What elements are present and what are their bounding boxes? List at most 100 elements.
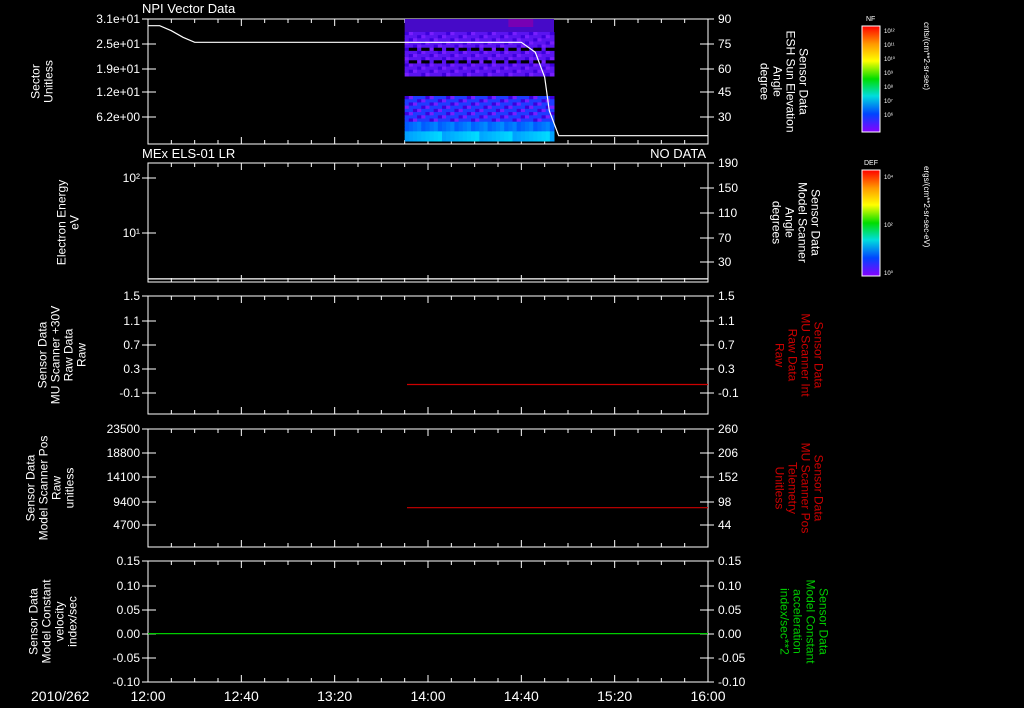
heatmap-cell xyxy=(537,118,543,123)
heatmap-cell xyxy=(446,96,451,100)
heatmap-cell xyxy=(516,38,522,42)
heatmap-cell xyxy=(516,102,522,107)
heatmap-cell xyxy=(537,44,543,49)
heatmap-cell xyxy=(537,121,543,126)
heatmap-cell xyxy=(533,99,538,103)
right-tick-label: 98 xyxy=(718,495,732,509)
heatmap-cell xyxy=(466,35,472,39)
heatmap-cell xyxy=(487,32,493,36)
heatmap-cell xyxy=(545,66,551,71)
heatmap-cell xyxy=(508,63,514,68)
heatmap-cell xyxy=(541,47,547,52)
heatmap-cell xyxy=(500,54,505,58)
heatmap-cell xyxy=(442,72,447,77)
heatmap-cell xyxy=(541,121,547,126)
heatmap-cell xyxy=(500,44,505,49)
heatmap-cell xyxy=(471,105,476,110)
heatmap-cell xyxy=(462,60,468,64)
heatmap-cell xyxy=(504,134,509,139)
left-axis-label-line: Sensor Data xyxy=(27,588,41,655)
heatmap-cell xyxy=(433,115,439,119)
heatmap-cell xyxy=(404,108,410,113)
heatmap-cell xyxy=(524,134,530,139)
heatmap-cell xyxy=(487,96,493,100)
heatmap-cell xyxy=(433,50,439,55)
heatmap-cell xyxy=(529,128,534,132)
heatmap-cell xyxy=(537,69,543,74)
heatmap-cell xyxy=(425,128,431,132)
heatmap-cell xyxy=(442,69,447,74)
right-tick-label: 30 xyxy=(718,110,732,124)
heatmap-cell xyxy=(437,54,443,58)
heatmap-cell xyxy=(437,102,443,107)
heatmap-cell xyxy=(442,115,447,119)
heatmap-cell xyxy=(529,32,534,36)
heatmap-cell xyxy=(495,115,501,119)
heatmap-cell xyxy=(421,47,426,52)
heatmap-cell xyxy=(524,63,530,68)
heatmap-cell xyxy=(462,50,468,55)
heatmap-cell xyxy=(533,112,538,116)
heatmap-cell xyxy=(524,35,530,39)
heatmap-cell xyxy=(549,44,555,49)
heatmap-cell xyxy=(421,54,426,58)
heatmap-cell xyxy=(545,38,551,42)
heatmap-cell xyxy=(412,63,418,68)
heatmap-cell xyxy=(520,124,526,129)
x-tick-label: 15:20 xyxy=(597,688,632,704)
heatmap-cell xyxy=(491,102,497,107)
heatmap-cell xyxy=(516,121,522,126)
heatmap-cell xyxy=(508,99,514,103)
heatmap-cell xyxy=(508,69,514,74)
heatmap-cell xyxy=(471,32,476,36)
heatmap-cell xyxy=(533,134,538,139)
heatmap-cell xyxy=(500,112,505,116)
heatmap-cell xyxy=(500,69,505,74)
heatmap-cell xyxy=(404,35,410,39)
heatmap-cell xyxy=(508,19,534,27)
heatmap-cell xyxy=(454,115,460,119)
right-axis-label: Sensor DataModel Constantaccelerationind… xyxy=(778,579,831,664)
heatmap-cell xyxy=(412,96,418,100)
heatmap-cell xyxy=(524,60,530,64)
heatmap-cell xyxy=(450,44,455,49)
heatmap-cell xyxy=(433,44,439,49)
colorbar-def-unit: ergs/(cm**2-sr-sec-eV) xyxy=(922,166,931,248)
heatmap-cell xyxy=(454,60,460,64)
heatmap-cell xyxy=(417,35,422,39)
heatmap-cell xyxy=(425,60,431,64)
heatmap-cell xyxy=(454,72,460,77)
heatmap-cell xyxy=(495,32,501,36)
heatmap-cell xyxy=(429,99,435,103)
heatmap-cell xyxy=(475,66,480,71)
heatmap-cell xyxy=(433,38,439,42)
heatmap-cell xyxy=(408,72,414,77)
heatmap-cell xyxy=(508,121,514,126)
heatmap-cell xyxy=(429,57,435,61)
heatmap-cell xyxy=(433,32,439,36)
heatmap-cell xyxy=(446,69,451,74)
x-tick-label: 12:00 xyxy=(130,688,165,704)
heatmap-cell xyxy=(437,60,443,64)
heatmap-cell xyxy=(533,32,538,36)
heatmap-cell xyxy=(545,115,551,119)
heatmap-cell xyxy=(520,115,526,119)
left-axis-label-line: Model Scanner Pos xyxy=(37,436,51,541)
right-axis-label-line: degrees xyxy=(770,201,784,244)
heatmap-cell xyxy=(520,50,526,55)
heatmap-cell xyxy=(433,128,439,132)
heatmap-cell xyxy=(421,32,426,36)
heatmap-cell xyxy=(516,63,522,68)
heatmap-cell xyxy=(508,66,514,71)
heatmap-cell xyxy=(491,72,497,77)
heatmap-cell xyxy=(504,108,509,113)
left-tick-label: 2.5e+01 xyxy=(96,37,140,51)
heatmap-cell xyxy=(508,134,514,139)
heatmap-cell xyxy=(454,54,460,58)
heatmap-cell xyxy=(433,35,439,39)
heatmap-cell xyxy=(450,102,455,107)
heatmap-cell xyxy=(545,128,551,132)
heatmap-cell xyxy=(508,115,514,119)
heatmap-cell xyxy=(466,72,472,77)
heatmap-cell xyxy=(412,124,418,129)
